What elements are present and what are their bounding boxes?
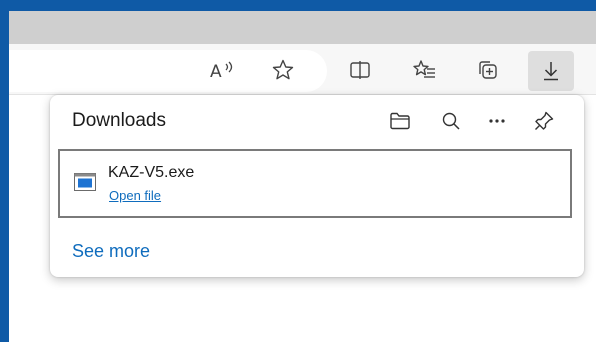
exe-file-icon xyxy=(74,173,96,191)
pin-icon[interactable] xyxy=(530,107,558,135)
favorite-star-icon[interactable] xyxy=(266,53,300,87)
folder-icon[interactable] xyxy=(386,107,414,135)
split-screen-icon[interactable] xyxy=(343,53,377,87)
window-left-border xyxy=(0,0,9,342)
see-more-link[interactable]: See more xyxy=(72,241,150,262)
window-top-border xyxy=(0,0,596,11)
download-item[interactable]: KAZ-V5.exe Open file xyxy=(58,149,572,218)
panel-title: Downloads xyxy=(72,110,166,131)
downloads-panel: Downloads KAZ-V5.exe Open file See more xyxy=(50,95,584,277)
favorites-icon[interactable] xyxy=(408,53,442,87)
downloads-icon[interactable] xyxy=(528,51,574,91)
collections-icon[interactable] xyxy=(470,53,504,87)
svg-text:A: A xyxy=(210,62,222,82)
read-aloud-icon[interactable]: A xyxy=(205,53,239,87)
search-icon[interactable] xyxy=(437,107,465,135)
title-bar xyxy=(9,11,596,44)
browser-window: A Downloads KAZ-V5.exe Open file See mor… xyxy=(0,0,596,342)
open-file-link[interactable]: Open file xyxy=(109,188,161,203)
download-file-name: KAZ-V5.exe xyxy=(108,164,195,181)
more-options-icon[interactable] xyxy=(483,107,511,135)
